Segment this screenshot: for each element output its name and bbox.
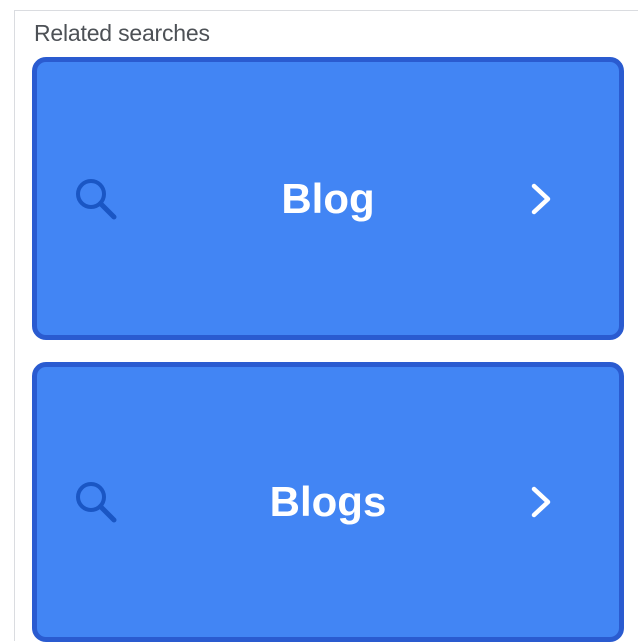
chevron-right-icon [531,183,551,214]
related-search-blog[interactable]: Blog [32,57,624,340]
related-searches-panel: Related searches Blog Blogs [14,10,638,642]
chevron-right-icon [531,486,551,518]
related-searches-heading: Related searches [34,20,210,46]
related-search-blogs[interactable]: Blogs [32,362,624,642]
